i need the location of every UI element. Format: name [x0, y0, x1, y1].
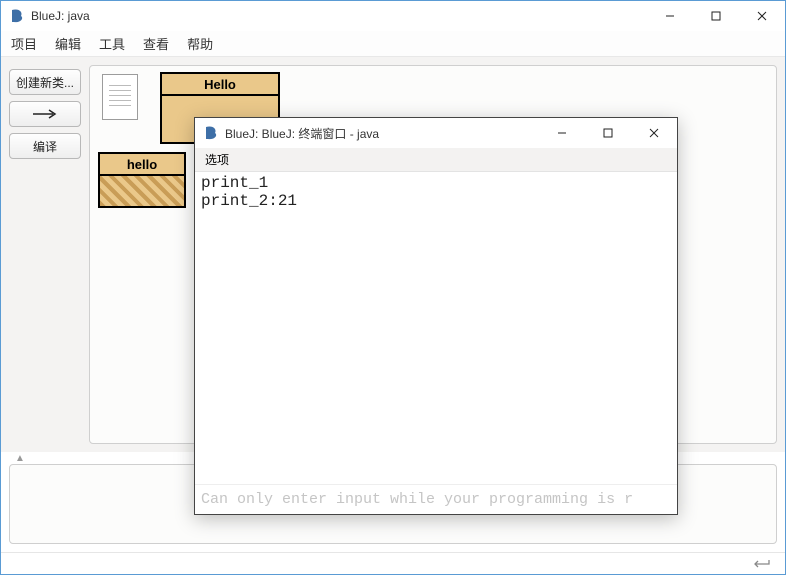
terminal-titlebar[interactable]: BlueJ: BlueJ: 终端窗口 - java	[195, 118, 677, 148]
menu-edit[interactable]: 编辑	[55, 34, 81, 53]
statusbar	[1, 552, 785, 574]
main-titlebar[interactable]: BlueJ: java	[1, 1, 785, 31]
terminal-output[interactable]: print_1 print_2:21	[195, 172, 677, 484]
terminal-window-title: BlueJ: BlueJ: 终端窗口 - java	[225, 125, 539, 142]
minimize-button[interactable]	[647, 1, 693, 31]
terminal-window[interactable]: BlueJ: BlueJ: 终端窗口 - java 选项 print_1 pri…	[194, 117, 678, 515]
readme-icon[interactable]	[102, 74, 138, 120]
menu-project[interactable]: 项目	[11, 34, 37, 53]
maximize-button[interactable]	[585, 118, 631, 148]
arrow-button[interactable]	[9, 101, 81, 127]
return-arrow-icon	[753, 558, 773, 570]
terminal-input-hint: Can only enter input while your programm…	[195, 484, 677, 514]
close-button[interactable]	[631, 118, 677, 148]
chevron-up-icon: ▲	[15, 453, 25, 464]
bluej-logo-icon	[203, 125, 219, 141]
class-box-body	[100, 176, 184, 206]
new-class-button[interactable]: 创建新类...	[9, 69, 81, 95]
minimize-button[interactable]	[539, 118, 585, 148]
class-box-label: hello	[100, 154, 184, 176]
close-button[interactable]	[739, 1, 785, 31]
arrow-right-icon	[31, 109, 59, 119]
menu-tools[interactable]: 工具	[99, 34, 125, 53]
bluej-logo-icon	[9, 8, 25, 24]
menu-options[interactable]: 选项	[205, 151, 229, 168]
terminal-menubar: 选项	[195, 148, 677, 172]
menu-help[interactable]: 帮助	[187, 34, 213, 53]
menu-view[interactable]: 查看	[143, 34, 169, 53]
compile-button[interactable]: 编译	[9, 133, 81, 159]
main-window-controls	[647, 1, 785, 31]
sidebar: 创建新类... 编译	[9, 65, 81, 444]
main-window-title: BlueJ: java	[31, 9, 647, 23]
terminal-window-controls	[539, 118, 677, 148]
maximize-button[interactable]	[693, 1, 739, 31]
class-box-label: Hello	[162, 74, 278, 96]
class-box-obj[interactable]: hello	[98, 152, 186, 208]
main-menubar: 项目 编辑 工具 查看 帮助	[1, 31, 785, 57]
